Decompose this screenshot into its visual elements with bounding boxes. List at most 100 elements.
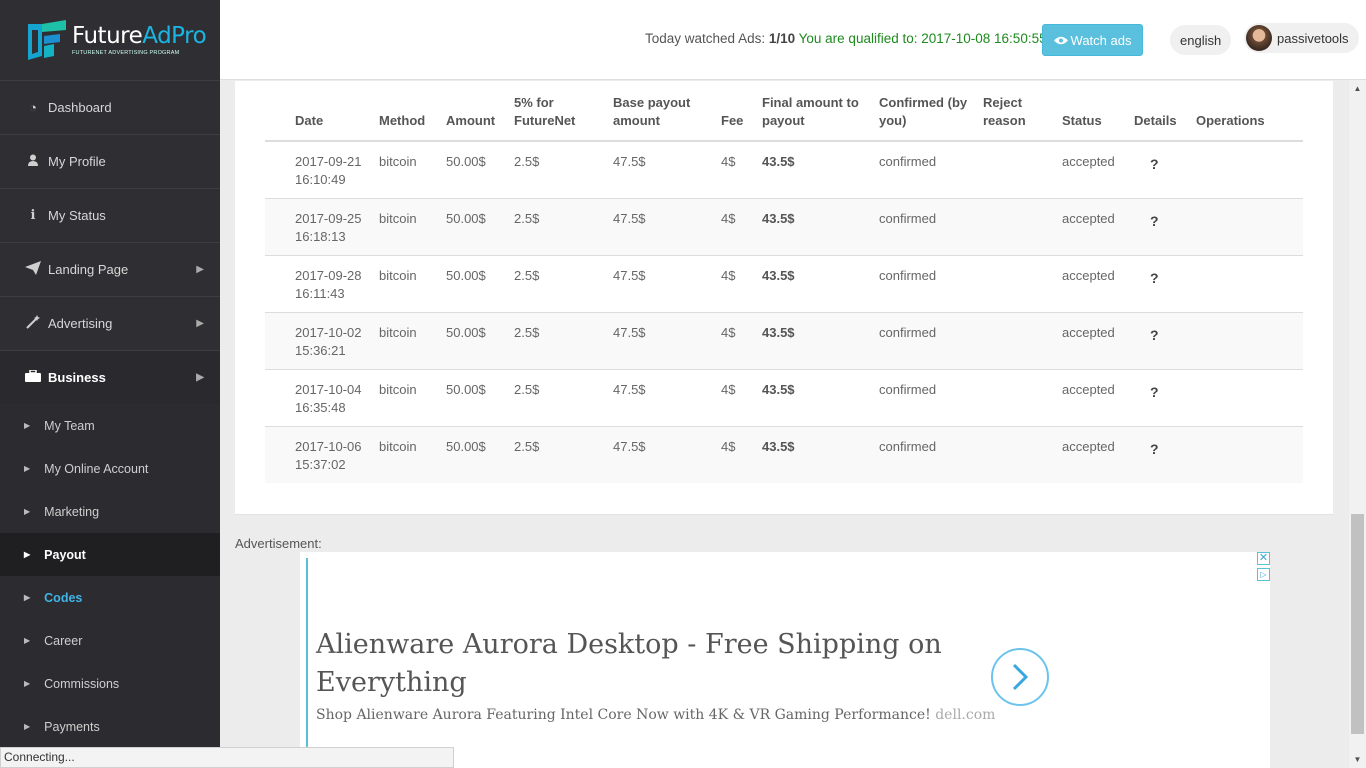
sidebar-item-dashboard[interactable]: ◔ Dashboard [0, 80, 220, 134]
brand-title: FutureAdPro [72, 23, 207, 49]
cell-confirmed: confirmed [879, 254, 983, 312]
cell-operations [1196, 197, 1303, 255]
cell-amount: 50.00$ [446, 368, 514, 426]
sidebar-item-label: Business [48, 370, 106, 385]
cell-amount: 50.00$ [446, 197, 514, 255]
cell-method: bitcoin [379, 254, 446, 312]
cell-method: bitcoin [379, 140, 446, 198]
sidebar-item-my-profile[interactable]: My Profile [0, 134, 220, 188]
cell-method: bitcoin [379, 368, 446, 426]
watched-label: Today watched Ads: [645, 31, 766, 46]
qualified-text: You are qualified to: 2017-10-08 16:50:5… [798, 31, 1047, 46]
top-header: Today watched Ads: 1/10 You are qualifie… [220, 0, 1366, 80]
caret-right-icon: ▶ [24, 593, 31, 602]
cell-fee: 4$ [721, 425, 762, 483]
cell-reject-reason [983, 140, 1062, 198]
scroll-down-arrow-icon[interactable]: ▼ [1349, 751, 1366, 768]
magic-wand-icon [24, 315, 42, 332]
cell-method: bitcoin [379, 311, 446, 369]
sidebar-subitem-payout[interactable]: ▶ Payout [0, 533, 220, 576]
cell-fee: 4$ [721, 197, 762, 255]
sidebar-subitem-career[interactable]: ▶ Career [0, 619, 220, 662]
ad-description-text: Shop Alienware Aurora Featuring Intel Co… [316, 707, 931, 723]
sidebar-item-business[interactable]: Business ▶ [0, 350, 220, 404]
details-question-icon[interactable]: ? [1134, 311, 1196, 369]
cell-amount: 50.00$ [446, 140, 514, 198]
column-header-confirmed: Confirmed (by you) [879, 87, 983, 142]
user-menu[interactable]: passivetools [1244, 23, 1359, 53]
cell-final-amount: 43.5$ [762, 254, 879, 312]
cell-amount: 50.00$ [446, 425, 514, 483]
details-question-icon[interactable]: ? [1134, 425, 1196, 483]
advertisement-banner[interactable]: Alienware Aurora Desktop - Free Shipping… [300, 552, 1270, 768]
paper-plane-icon [24, 261, 42, 278]
logo[interactable]: FutureAdPro FUTURENET ADVERTISING PROGRA… [0, 0, 220, 80]
ad-choices-icon[interactable]: ▷ [1257, 568, 1270, 581]
chevron-right-icon: ▶ [196, 372, 204, 383]
details-question-icon[interactable]: ? [1134, 197, 1196, 255]
cell-futurenet-fee: 2.5$ [514, 368, 613, 426]
ad-close-icon[interactable]: ✕ [1257, 552, 1270, 565]
details-question-icon[interactable]: ? [1134, 254, 1196, 312]
cell-date: 2017-09-28 16:11:43 [265, 254, 379, 312]
logo-text: FutureAdPro FUTURENET ADVERTISING PROGRA… [72, 23, 207, 56]
scroll-up-arrow-icon[interactable]: ▲ [1349, 80, 1366, 97]
sidebar-item-label: My Profile [48, 154, 106, 169]
caret-right-icon: ▶ [24, 421, 31, 430]
payout-table: Date Method Amount 5% for FutureNet Base… [265, 87, 1303, 483]
cell-base-payout: 47.5$ [613, 311, 721, 369]
cell-status: accepted [1062, 254, 1134, 312]
cell-base-payout: 47.5$ [613, 197, 721, 255]
caret-right-icon: ▶ [24, 550, 31, 559]
table-row: 2017-10-02 15:36:21 bitcoin 50.00$ 2.5$ 4… [265, 311, 1303, 369]
sidebar-subitem-label: Codes [44, 590, 83, 605]
sidebar-item-my-status[interactable]: i My Status [0, 188, 220, 242]
cell-status: accepted [1062, 425, 1134, 483]
sidebar-subitem-codes[interactable]: ▶ Codes [0, 576, 220, 619]
sidebar-subitem-label: Payout [44, 547, 86, 562]
sidebar-item-landing-page[interactable]: Landing Page ▶ [0, 242, 220, 296]
ad-description[interactable]: Shop Alienware Aurora Featuring Intel Co… [316, 707, 995, 723]
sidebar-subitem-my-team[interactable]: ▶ My Team [0, 404, 220, 447]
cell-date: 2017-09-21 16:10:49 [265, 140, 379, 198]
column-header-reject-reason: Reject reason [983, 87, 1062, 142]
column-header-fee: Fee [721, 87, 762, 142]
language-selector[interactable]: english [1170, 25, 1232, 55]
cell-date: 2017-10-04 16:35:48 [265, 368, 379, 426]
sidebar: FutureAdPro FUTURENET ADVERTISING PROGRA… [0, 0, 220, 768]
logo-mark-icon [28, 20, 66, 60]
watch-ads-button[interactable]: Watch ads [1042, 24, 1143, 56]
cell-status: accepted [1062, 197, 1134, 255]
details-question-icon[interactable]: ? [1134, 140, 1196, 198]
caret-right-icon: ▶ [24, 464, 31, 473]
cell-status: accepted [1062, 311, 1134, 369]
cell-fee: 4$ [721, 254, 762, 312]
cell-futurenet-fee: 2.5$ [514, 311, 613, 369]
briefcase-icon [24, 369, 42, 385]
cell-final-amount: 43.5$ [762, 140, 879, 198]
cell-confirmed: confirmed [879, 197, 983, 255]
caret-right-icon: ▶ [24, 507, 31, 516]
cell-date: 2017-10-06 15:37:02 [265, 425, 379, 483]
column-header-status: Status [1062, 87, 1134, 142]
table-row: 2017-09-28 16:11:43 bitcoin 50.00$ 2.5$ 4… [265, 254, 1303, 312]
scrollbar-thumb[interactable] [1351, 514, 1364, 734]
ad-title[interactable]: Alienware Aurora Desktop - Free Shipping… [316, 626, 956, 702]
sidebar-subitem-my-online-account[interactable]: ▶ My Online Account [0, 447, 220, 490]
sidebar-subitem-marketing[interactable]: ▶ Marketing [0, 490, 220, 533]
cell-reject-reason [983, 425, 1062, 483]
cell-operations [1196, 311, 1303, 369]
sidebar-subitem-payments[interactable]: ▶ Payments [0, 705, 220, 748]
page-scrollbar[interactable]: ▲ ▼ [1349, 80, 1366, 768]
caret-right-icon: ▶ [24, 679, 31, 688]
cell-confirmed: confirmed [879, 311, 983, 369]
cell-operations [1196, 140, 1303, 198]
sidebar-item-label: Advertising [48, 316, 113, 331]
brand-subtitle: FUTURENET ADVERTISING PROGRAM [72, 50, 180, 56]
ad-open-arrow-icon[interactable] [991, 648, 1049, 706]
column-header-details: Details [1134, 87, 1196, 142]
details-question-icon[interactable]: ? [1134, 368, 1196, 426]
ad-accent-line [306, 558, 308, 768]
sidebar-subitem-commissions[interactable]: ▶ Commissions [0, 662, 220, 705]
sidebar-item-advertising[interactable]: Advertising ▶ [0, 296, 220, 350]
